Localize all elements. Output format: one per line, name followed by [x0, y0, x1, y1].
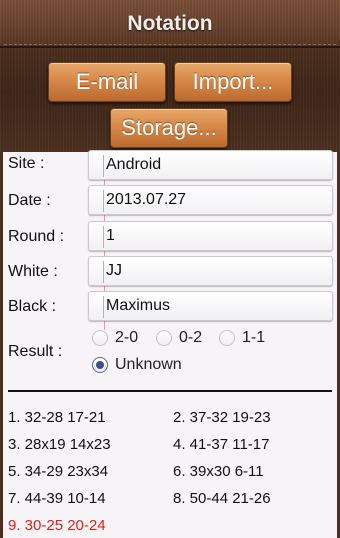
result-radio-1-1[interactable]: [219, 330, 235, 346]
white-label: White :: [8, 263, 58, 280]
result-radio-2-0[interactable]: [92, 330, 108, 346]
stitch-divider: [4, 44, 336, 45]
move-item[interactable]: 7. 44-39 10-14: [8, 490, 106, 507]
result-label: Result :: [8, 343, 63, 360]
white-value: JJ: [106, 262, 122, 279]
round-label: Round :: [8, 228, 65, 245]
result-option-unknown: Unknown: [115, 356, 182, 373]
move-item[interactable]: 3. 28x19 14x23: [8, 436, 111, 453]
site-label: Site :: [8, 155, 45, 172]
black-value: Maximus: [106, 297, 171, 314]
result-option-2-0: 2-0: [115, 329, 139, 346]
round-field[interactable]: 1: [88, 221, 333, 251]
title-bar: Notation: [0, 0, 340, 48]
storage-button[interactable]: Storage...: [110, 108, 228, 148]
white-player-field[interactable]: JJ: [88, 256, 333, 286]
result-radio-0-2[interactable]: [156, 330, 172, 346]
site-field[interactable]: Android: [88, 150, 333, 180]
move-item[interactable]: 1. 32-28 17-21: [8, 409, 106, 426]
round-value: 1: [106, 227, 115, 244]
date-value: 2013.07.27: [106, 191, 187, 208]
site-value: Android: [106, 156, 162, 173]
move-item[interactable]: 5. 34-29 23x34: [8, 463, 108, 480]
date-field[interactable]: 2013.07.27: [88, 185, 333, 215]
black-player-field[interactable]: Maximus: [88, 291, 333, 321]
email-button[interactable]: E-mail: [48, 62, 166, 102]
move-item[interactable]: 4. 41-37 11-17: [173, 436, 269, 453]
section-divider: [8, 390, 332, 392]
result-option-0-2: 0-2: [179, 329, 203, 346]
black-label: Black :: [8, 298, 57, 315]
page-title: Notation: [127, 12, 213, 35]
current-move-item[interactable]: 9. 30-25 20-24: [8, 517, 106, 534]
move-item[interactable]: 6. 39x30 6-11: [173, 463, 264, 480]
move-item[interactable]: 2. 37-32 19-23: [173, 409, 271, 426]
date-label: Date :: [8, 192, 51, 209]
move-item[interactable]: 8. 50-44 21-26: [173, 490, 271, 507]
result-radio-unknown[interactable]: [92, 357, 108, 373]
result-option-1-1: 1-1: [242, 329, 266, 346]
import-button[interactable]: Import...: [174, 62, 292, 102]
